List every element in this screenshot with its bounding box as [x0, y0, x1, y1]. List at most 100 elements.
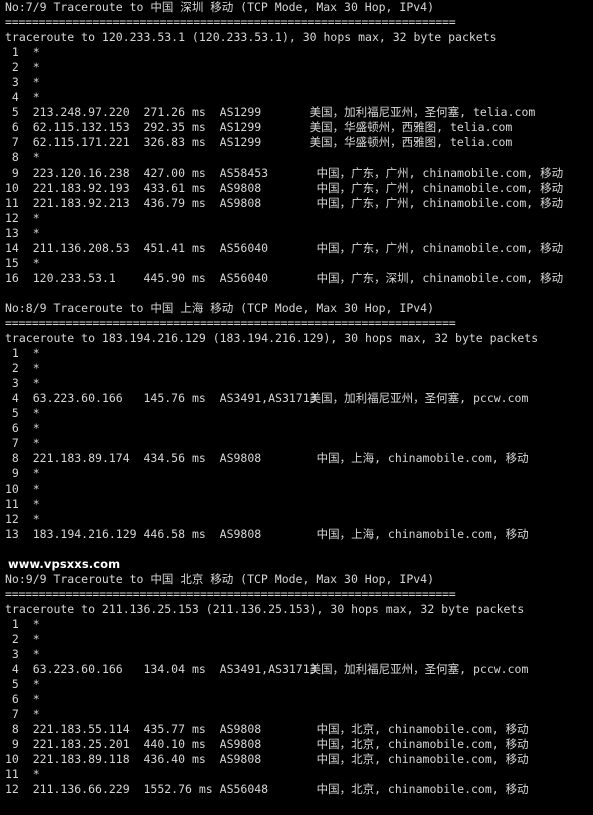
hop-as-number: AS1299	[219, 105, 262, 120]
hop-number: 10	[5, 180, 19, 195]
traceroute-hop-row: 2 *	[0, 632, 593, 647]
traceroute-hop-row: 3 *	[0, 647, 593, 662]
hop-number: 9	[11, 466, 19, 481]
hop-number: 3	[11, 647, 19, 662]
hop-timeout-marker: *	[32, 481, 40, 496]
hop-latency: 1552.76 ms	[143, 782, 213, 797]
traceroute-hop-row: 11 221.183.92.213 436.79 ms AS9808 中国，广东，广…	[0, 196, 593, 211]
traceroute-hop-row: 1 *	[0, 45, 593, 60]
hop-latency: 433.61 ms	[143, 180, 206, 195]
traceroute-block-header: No:9/9 Traceroute to 中国 北京 移动 (TCP Mode,…	[5, 571, 435, 586]
hop-timeout-marker: *	[32, 361, 40, 376]
hop-latency: 271.26 ms	[143, 105, 206, 120]
hop-timeout-marker: *	[32, 647, 40, 662]
hop-latency: 436.40 ms	[143, 752, 206, 767]
traceroute-command-line: traceroute to 183.194.216.129 (183.194.2…	[5, 331, 539, 346]
hop-geolocation: 中国，上海, chinamobile.com, 移动	[309, 451, 529, 466]
site-watermark: www.vpsxxs.com	[8, 556, 121, 571]
hop-timeout-marker: *	[32, 707, 40, 722]
hop-timeout-marker: *	[32, 225, 40, 240]
hop-ip-address: 221.183.55.114	[32, 722, 130, 737]
hop-as-number: AS3491,AS31713	[219, 391, 317, 406]
hop-as-number: AS58453	[219, 165, 269, 180]
hop-timeout-marker: *	[32, 210, 40, 225]
hop-latency: 440.10 ms	[143, 737, 206, 752]
hop-number: 4	[11, 391, 19, 406]
traceroute-command-line: traceroute to 120.233.53.1 (120.233.53.1…	[5, 30, 497, 45]
traceroute-hop-row: 7 62.115.171.221 326.83 ms AS1299 美国，华盛顿州，西…	[0, 135, 593, 150]
hop-timeout-marker: *	[32, 436, 40, 451]
hop-number: 9	[11, 165, 19, 180]
traceroute-hop-row: 10 221.183.89.118 436.40 ms AS9808 中国，北京, …	[0, 752, 593, 767]
hop-number: 10	[5, 481, 19, 496]
hop-ip-address: 63.223.60.166	[32, 391, 123, 406]
hop-ip-address: 221.183.89.118	[32, 752, 130, 767]
hop-timeout-marker: *	[32, 692, 40, 707]
separator-rule: ========================================…	[5, 15, 456, 30]
hop-latency: 445.90 ms	[143, 270, 206, 285]
hop-number: 12	[5, 511, 19, 526]
hop-number: 11	[5, 195, 19, 210]
hop-timeout-marker: *	[32, 767, 40, 782]
hop-geolocation: 中国，北京, chinamobile.com, 移动	[309, 752, 529, 767]
hop-number: 4	[11, 662, 19, 677]
traceroute-hop-row: 8 221.183.55.114 435.77 ms AS9808 中国，北京, c…	[0, 722, 593, 737]
traceroute-hop-row: 11 *	[0, 497, 593, 512]
hop-ip-address: 221.183.25.201	[32, 737, 130, 752]
hop-timeout-marker: *	[32, 496, 40, 511]
traceroute-hop-row: 10 *	[0, 482, 593, 497]
hop-number: 7	[11, 135, 19, 150]
hop-number: 6	[11, 692, 19, 707]
hop-number: 11	[5, 496, 19, 511]
hop-as-number: AS9808	[219, 451, 262, 466]
traceroute-command-line: traceroute to 211.136.25.153 (211.136.25…	[5, 601, 525, 616]
hop-latency: 145.76 ms	[143, 391, 206, 406]
traceroute-hop-row: 1 *	[0, 346, 593, 361]
traceroute-hop-row: 5 213.248.97.220 271.26 ms AS1299 美国，加利福尼亚州…	[0, 105, 593, 120]
traceroute-hop-row: 12 211.136.66.229 1552.76 ms AS56048 中国，北京…	[0, 782, 593, 797]
hop-number: 2	[11, 361, 19, 376]
hop-ip-address: 213.248.97.220	[32, 105, 130, 120]
hop-number: 4	[11, 90, 19, 105]
traceroute-hop-row: 16 120.233.53.1 445.90 ms AS56040 中国，广东，深圳…	[0, 271, 593, 286]
hop-latency: 446.58 ms	[143, 526, 206, 541]
hop-ip-address: 223.120.16.238	[32, 165, 130, 180]
hop-number: 12	[5, 782, 19, 797]
hop-ip-address: 221.183.92.193	[32, 180, 130, 195]
hop-as-number: AS9808	[219, 180, 262, 195]
hop-geolocation: 美国，加利福尼亚州，圣何塞, pccw.com	[309, 391, 529, 406]
hop-timeout-marker: *	[32, 466, 40, 481]
hop-number: 9	[11, 737, 19, 752]
traceroute-hop-row: 9 *	[0, 466, 593, 481]
traceroute-hop-row: 7 *	[0, 436, 593, 451]
hop-ip-address: 183.194.216.129	[32, 526, 137, 541]
hop-as-number: AS56048	[219, 782, 269, 797]
traceroute-hop-row: 5 *	[0, 406, 593, 421]
hop-as-number: AS9808	[219, 737, 262, 752]
hop-as-number: AS1299	[219, 120, 262, 135]
hop-timeout-marker: *	[32, 255, 40, 270]
hop-number: 2	[11, 631, 19, 646]
terminal-output[interactable]: No:7/9 Traceroute to 中国 深圳 移动 (TCP Mode,…	[0, 0, 593, 815]
hop-as-number: AS1299	[219, 135, 262, 150]
traceroute-hop-row: 5 *	[0, 677, 593, 692]
hop-number: 14	[5, 240, 19, 255]
hop-number: 12	[5, 210, 19, 225]
hop-latency: 435.77 ms	[143, 722, 206, 737]
hop-ip-address: 120.233.53.1	[32, 270, 116, 285]
hop-number: 7	[11, 707, 19, 722]
hop-ip-address: 221.183.89.174	[32, 451, 130, 466]
traceroute-hop-row: 6 *	[0, 692, 593, 707]
hop-timeout-marker: *	[32, 60, 40, 75]
traceroute-hop-row: 10 221.183.92.193 433.61 ms AS9808 中国，广东，广…	[0, 181, 593, 196]
hop-latency: 292.35 ms	[143, 120, 206, 135]
traceroute-hop-row: 7 *	[0, 707, 593, 722]
hop-timeout-marker: *	[32, 75, 40, 90]
traceroute-hop-row: 9 223.120.16.238 427.00 ms AS58453 中国，广东，广…	[0, 166, 593, 181]
hop-timeout-marker: *	[32, 45, 40, 60]
separator-rule: ========================================…	[5, 315, 456, 330]
traceroute-hop-row: 6 *	[0, 421, 593, 436]
hop-number: 15	[5, 255, 19, 270]
hop-number: 1	[11, 616, 19, 631]
